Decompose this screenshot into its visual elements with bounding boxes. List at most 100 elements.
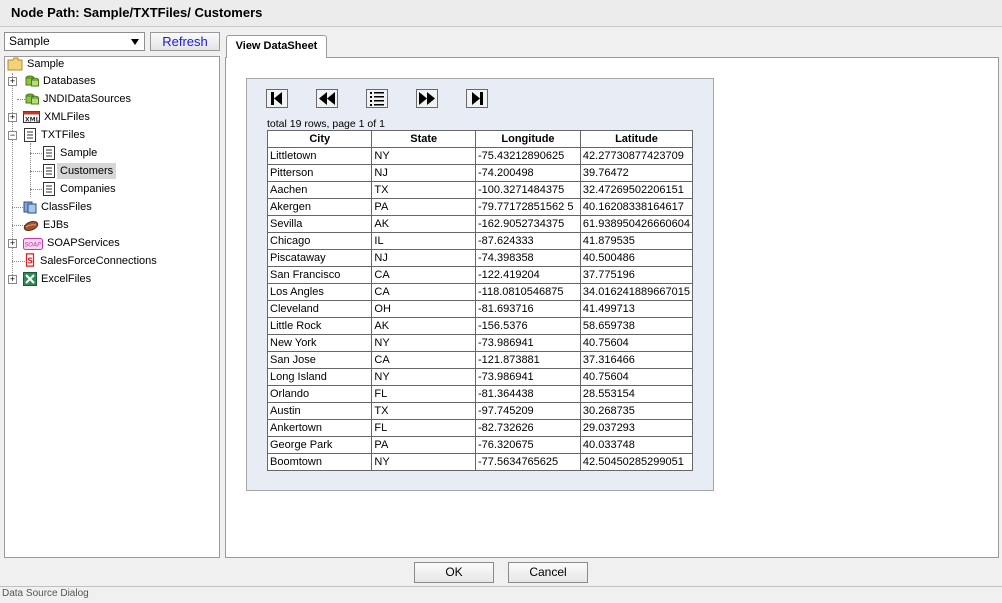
- tree-item-customers[interactable]: Customers: [42, 162, 117, 180]
- datasource-select-value: Sample: [9, 34, 50, 48]
- tree-item-xmlfiles[interactable]: XML XMLFiles: [23, 108, 93, 126]
- previous-page-button[interactable]: [316, 89, 338, 108]
- refresh-button[interactable]: Refresh: [150, 32, 220, 51]
- table-row[interactable]: Orlando FL -81.364438 28.553154: [266, 385, 694, 403]
- table-cell: Los Angles: [266, 283, 373, 301]
- table-cell: Long Island: [266, 368, 373, 386]
- table-cell: 40.75604: [579, 368, 694, 386]
- table-cell: Piscataway: [266, 249, 373, 267]
- column-header-longitude[interactable]: Longitude: [475, 130, 581, 148]
- table-cell: Ankertown: [266, 419, 373, 437]
- table-cell: PA: [371, 436, 477, 454]
- table-row[interactable]: Akergen PA -79.77172851562 5 40.16208338164…: [266, 198, 694, 216]
- tree-item-ejbs[interactable]: EJBs: [23, 216, 72, 234]
- text-file-icon: [24, 128, 36, 142]
- first-page-icon: [271, 92, 282, 105]
- tree-item-label: ExcelFiles: [41, 273, 92, 286]
- tree-item-classfiles[interactable]: ClassFiles: [23, 198, 95, 216]
- tree-item-label: ClassFiles: [41, 201, 92, 214]
- table-cell: NJ: [371, 164, 477, 182]
- table-cell: 34.016241889667015: [579, 283, 694, 301]
- table-row[interactable]: San Jose CA -121.873881 37.316466: [266, 351, 694, 369]
- status-bar: Data Source Dialog: [0, 586, 1002, 603]
- table-cell: Little Rock: [266, 317, 373, 335]
- tree-item-databases[interactable]: Databases: [25, 72, 99, 90]
- excel-icon: [23, 272, 37, 286]
- table-cell: CA: [371, 266, 477, 284]
- table-row[interactable]: Boomtown NY -77.5634765625 42.5045028529905…: [266, 453, 694, 471]
- table-cell: -97.745209: [475, 402, 581, 420]
- page-list-button[interactable]: [366, 89, 388, 108]
- table-row[interactable]: Little Rock AK -156.5376 58.659738: [266, 317, 694, 335]
- table-row[interactable]: George Park PA -76.320675 40.033748: [266, 436, 694, 454]
- tree-item-excelfiles[interactable]: ExcelFiles: [23, 270, 94, 288]
- tree-item-label: Customers: [57, 163, 117, 180]
- tree-item-txt-sample[interactable]: Sample: [42, 144, 100, 162]
- table-row[interactable]: Austin TX -97.745209 30.268735: [266, 402, 694, 420]
- table-cell: NY: [371, 368, 477, 386]
- class-file-icon: [23, 201, 37, 214]
- tree-item-txtfiles[interactable]: TXTFiles: [23, 126, 88, 144]
- table-cell: FL: [371, 419, 477, 437]
- expand-icon[interactable]: +: [8, 113, 17, 122]
- table-row[interactable]: Los Angles CA -118.0810546875 34.0162418896…: [266, 283, 694, 301]
- first-page-button[interactable]: [266, 89, 288, 108]
- table-row[interactable]: Piscataway NJ -74.398358 40.500486: [266, 249, 694, 267]
- table-row[interactable]: New York NY -73.986941 40.75604: [266, 334, 694, 352]
- tree-item-label: Sample: [27, 58, 65, 71]
- table-row[interactable]: Cleveland OH -81.693716 41.499713: [266, 300, 694, 318]
- datasource-select[interactable]: Sample: [4, 32, 145, 51]
- table-row[interactable]: Aachen TX -100.3271484375 32.47269502206151: [266, 181, 694, 199]
- table-cell: 39.76472: [579, 164, 694, 182]
- table-cell: Chicago: [266, 232, 373, 250]
- column-header-city[interactable]: City: [266, 130, 373, 148]
- table-cell: NY: [371, 453, 477, 471]
- tab-view-datasheet[interactable]: View DataSheet: [226, 35, 327, 58]
- last-page-button[interactable]: [466, 89, 488, 108]
- table-cell: Aachen: [266, 181, 373, 199]
- table-cell: -79.77172851562 5: [475, 198, 581, 216]
- table-cell: 40.75604: [579, 334, 694, 352]
- expand-icon[interactable]: +: [8, 239, 17, 248]
- table-cell: 37.775196: [579, 266, 694, 284]
- table-cell: 32.47269502206151: [579, 181, 694, 199]
- table-row[interactable]: San Francisco CA -122.419204 37.775196: [266, 266, 694, 284]
- table-cell: Austin: [266, 402, 373, 420]
- table-cell: 29.037293: [579, 419, 694, 437]
- tree-item-root[interactable]: Sample: [7, 55, 67, 73]
- tree-item-label: SalesForceConnections: [40, 255, 157, 268]
- table-row[interactable]: Ankertown FL -82.732626 29.037293: [266, 419, 694, 437]
- cancel-button[interactable]: Cancel: [508, 562, 588, 583]
- table-cell: OH: [371, 300, 477, 318]
- table-cell: 42.50450285299051: [579, 453, 694, 471]
- table-row[interactable]: Sevilla AK -162.9052734375 61.9389504266606…: [266, 215, 694, 233]
- expand-icon[interactable]: +: [8, 77, 17, 86]
- table-row[interactable]: Chicago IL -87.624333 41.879535: [266, 232, 694, 250]
- collapse-icon[interactable]: −: [8, 131, 17, 140]
- table-row[interactable]: Pitterson NJ -74.200498 39.76472: [266, 164, 694, 182]
- table-cell: -76.320675: [475, 436, 581, 454]
- table-header-row: City State Longitude Latitude: [266, 130, 694, 148]
- tree-item-companies[interactable]: Companies: [42, 180, 119, 198]
- table-row[interactable]: Littletown NY -75.43212890625 42.2773087742…: [266, 147, 694, 165]
- table-cell: 42.27730877423709: [579, 147, 694, 165]
- next-page-button[interactable]: [416, 89, 438, 108]
- table-cell: -75.43212890625: [475, 147, 581, 165]
- datasheet-table: City State Longitude Latitude Littletown…: [266, 130, 694, 471]
- database-icon: [25, 93, 39, 105]
- table-cell: 40.033748: [579, 436, 694, 454]
- tree-item-salesforce[interactable]: S SalesForceConnections: [23, 252, 160, 270]
- expand-icon[interactable]: +: [8, 275, 17, 284]
- column-header-state[interactable]: State: [371, 130, 477, 148]
- last-page-icon: [472, 92, 483, 105]
- table-cell: Sevilla: [266, 215, 373, 233]
- ok-button[interactable]: OK: [414, 562, 494, 583]
- tree-item-jndi[interactable]: JNDIDataSources: [25, 90, 134, 108]
- column-header-latitude[interactable]: Latitude: [579, 130, 694, 148]
- table-cell: Orlando: [266, 385, 373, 403]
- previous-page-icon: [319, 92, 335, 105]
- tree-item-soapservices[interactable]: SOAP SOAPServices: [23, 234, 123, 252]
- table-cell: NJ: [371, 249, 477, 267]
- database-icon: [25, 75, 39, 87]
- table-row[interactable]: Long Island NY -73.986941 40.75604: [266, 368, 694, 386]
